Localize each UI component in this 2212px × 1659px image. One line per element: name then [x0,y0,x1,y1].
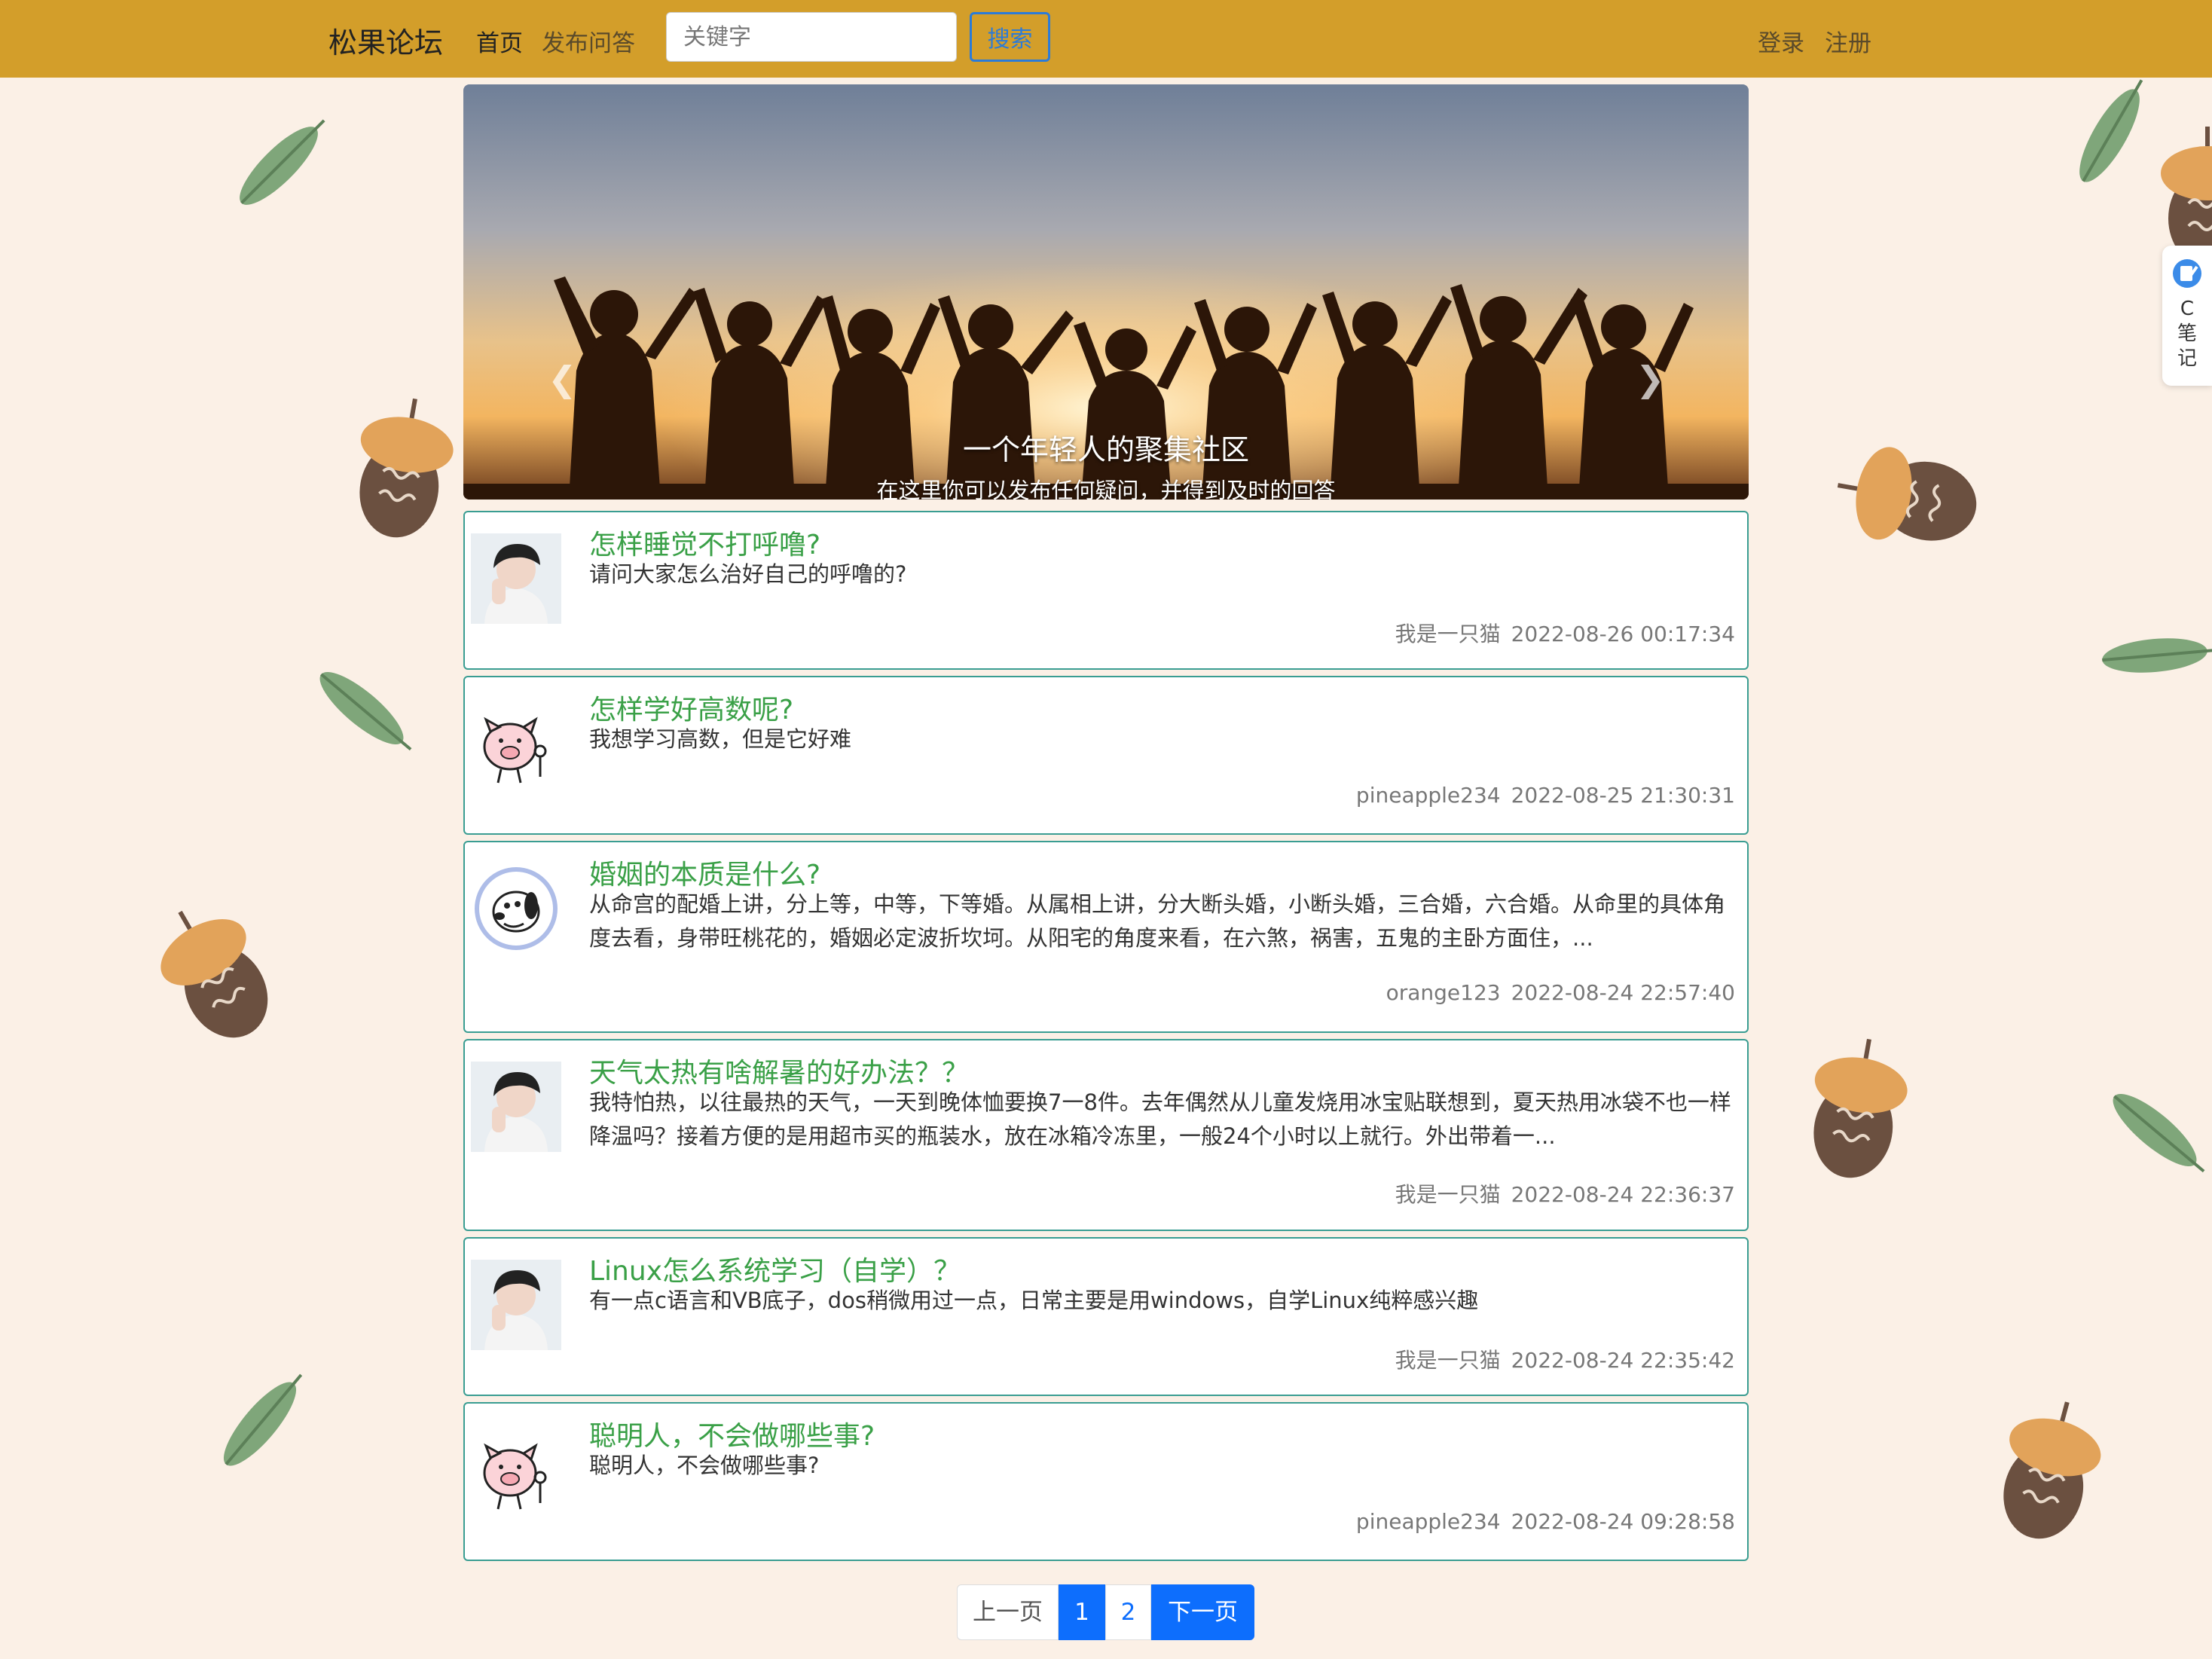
page-1-button[interactable]: 1 [1059,1584,1105,1640]
site-brand[interactable]: 松果论坛 [328,20,443,61]
pig-avatar [471,1425,561,1515]
question-time: 2022-08-24 22:57:40 [1511,980,1735,1005]
question-card[interactable]: 怎样学好高数呢? 我想学习高数，但是它好难 pineapple234 2022-0… [463,676,1749,835]
question-card[interactable]: 婚姻的本质是什么? 从命宫的配婚上讲，分上等，中等，下等婚。从属相上讲，分大断头… [463,841,1749,1033]
question-title[interactable]: 聪明人，不会做哪些事? [589,1414,875,1453]
question-title[interactable]: 婚姻的本质是什么? [589,853,820,892]
question-meta: 我是一只猫 2022-08-26 00:17:34 [1395,618,1735,648]
question-author: 我是一只猫 [1395,1348,1501,1373]
question-title[interactable]: 怎样睡觉不打呼噜? [589,523,820,562]
carousel-next-icon[interactable]: ❯ [1636,359,1665,399]
question-body: 请问大家怎么治好自己的呼噜的? [589,561,907,587]
pig-avatar [471,698,561,789]
question-meta: pineapple234 2022-08-24 09:28:58 [1356,1509,1735,1534]
search-input[interactable] [666,12,957,62]
register-link[interactable]: 注册 [1825,24,1871,58]
question-time: 2022-08-24 09:28:58 [1511,1509,1735,1534]
login-link[interactable]: 登录 [1758,24,1804,58]
snoopy-avatar [471,863,561,954]
question-author: pineapple234 [1355,1509,1501,1534]
next-page-button[interactable]: 下一页 [1151,1584,1254,1640]
question-title[interactable]: 天气太热有啥解暑的好办法？？ [589,1051,969,1090]
question-title[interactable]: 怎样学好高数呢? [589,688,793,727]
question-author: 我是一只猫 [1395,1182,1501,1207]
question-meta: pineapple234 2022-08-25 21:30:31 [1356,783,1735,808]
boy-avatar [471,533,561,624]
nav-home-link[interactable]: 首页 [476,24,523,58]
question-time: 2022-08-26 00:17:34 [1511,622,1735,646]
question-body: 从命宫的配婚上讲，分上等，中等，下等婚。从属相上讲，分大断头婚，小断头婚，三合婚… [589,891,1726,951]
side-widget-label: C 笔 记 [2177,298,2197,370]
question-meta: orange123 2022-08-24 22:57:40 [1386,980,1735,1005]
question-body: 聪明人，不会做哪些事? [589,1453,820,1478]
boy-avatar [471,1062,561,1152]
carousel-subtitle: 在这里你可以发布任何疑问，并得到及时的回答 [876,478,1336,500]
question-author: orange123 [1386,980,1501,1005]
search-button[interactable]: 搜索 [970,12,1050,62]
nav-post-question-link[interactable]: 发布问答 [542,24,635,58]
question-card[interactable]: 聪明人，不会做哪些事? 聪明人，不会做哪些事? pineapple234 2022… [463,1402,1749,1561]
question-author: pineapple234 [1355,783,1501,808]
question-title[interactable]: Linux怎么系统学习（自学）？ [589,1249,961,1288]
carousel-prev-icon[interactable]: ❮ [548,359,577,399]
question-time: 2022-08-24 22:36:37 [1511,1182,1735,1207]
prev-page-button[interactable]: 上一页 [957,1584,1059,1640]
carousel-title: 一个年轻人的聚集社区 [962,433,1249,466]
question-meta: 我是一只猫 2022-08-24 22:36:37 [1395,1178,1735,1208]
question-time: 2022-08-24 22:35:42 [1511,1348,1735,1373]
side-note-widget[interactable]: C 笔 记 [2162,246,2212,386]
top-navbar: 松果论坛 首页 发布问答 搜索 登录 注册 [0,0,2212,78]
question-card[interactable]: Linux怎么系统学习（自学）？ 有一点c语言和VB底子，dos稍微用过一点，日… [463,1237,1749,1396]
page-2-button[interactable]: 2 [1105,1584,1151,1640]
question-card[interactable]: 怎样睡觉不打呼噜? 请问大家怎么治好自己的呼噜的? 我是一只猫 2022-08-2… [463,511,1749,670]
question-meta: 我是一只猫 2022-08-24 22:35:42 [1395,1344,1735,1374]
question-body: 我想学习高数，但是它好难 [589,726,852,752]
note-pen-icon [2173,259,2201,288]
question-time: 2022-08-25 21:30:31 [1511,783,1735,808]
hero-carousel: ❮ ❯ 一个年轻人的聚集社区 在这里你可以发布任何疑问，并得到及时的回答 [463,84,1749,500]
question-body: 我特怕热，以往最热的天气，一天到晚体恤要换7一8件。去年偶然从儿童发烧用冰宝贴联… [589,1089,1731,1149]
boy-avatar [471,1260,561,1350]
question-card[interactable]: 天气太热有啥解暑的好办法？？ 我特怕热，以往最热的天气，一天到晚体恤要换7一8件… [463,1039,1749,1231]
question-author: 我是一只猫 [1395,622,1501,646]
question-body: 有一点c语言和VB底子，dos稍微用过一点，日常主要是用windows，自学Li… [589,1288,1479,1313]
